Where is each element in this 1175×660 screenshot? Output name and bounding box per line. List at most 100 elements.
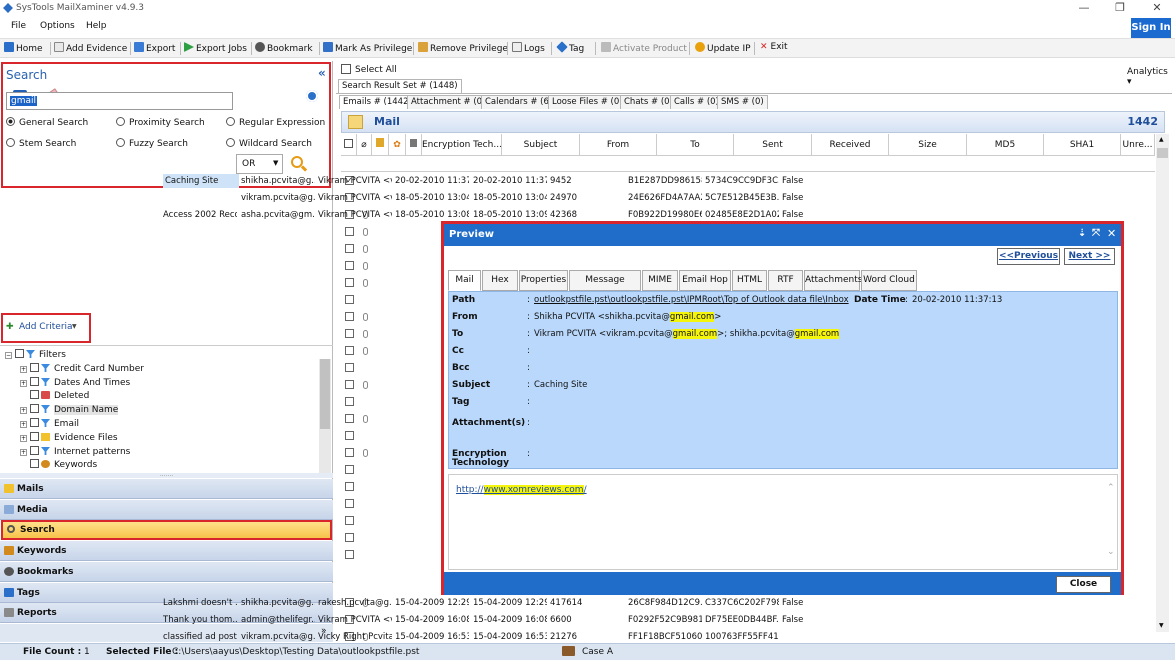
col-encryption[interactable]: Encryption Tech... xyxy=(422,134,502,156)
previous-button[interactable]: <<Previous xyxy=(997,248,1060,265)
col-subject[interactable]: Subject xyxy=(502,134,580,156)
pin-icon[interactable]: ⇣ xyxy=(1078,228,1086,239)
preview-tab-mime[interactable]: MIME xyxy=(642,270,678,291)
tree-scrollbar[interactable] xyxy=(319,359,331,473)
filter-row[interactable] xyxy=(341,156,1155,172)
row-checkbox[interactable] xyxy=(345,380,354,389)
menu-help[interactable]: Help xyxy=(86,21,107,31)
row-checkbox[interactable] xyxy=(345,261,354,270)
tab-sms[interactable]: SMS # (0) xyxy=(717,95,768,109)
select-all-checkbox[interactable] xyxy=(341,64,351,74)
logs-button[interactable]: Logs xyxy=(512,42,545,54)
tree-node-keywords[interactable]: Keywords xyxy=(30,459,97,470)
table-row[interactable]: vikram.pcvita@g...Vikram PCVITA <v...18-… xyxy=(241,190,1155,207)
row-checkbox[interactable] xyxy=(345,516,354,525)
row-checkbox[interactable] xyxy=(345,431,354,440)
general-search-radio[interactable]: General Search xyxy=(6,117,88,128)
tab-attachment[interactable]: Attachment # (0) xyxy=(407,95,490,109)
next-button[interactable]: Next >> xyxy=(1064,248,1115,265)
row-checkbox[interactable] xyxy=(345,397,354,406)
activate-product-button[interactable]: Activate Product xyxy=(601,42,687,54)
tree-node-filters[interactable]: − Filters xyxy=(5,349,66,360)
row-checkbox[interactable] xyxy=(345,329,354,338)
close-preview-icon[interactable]: ✕ xyxy=(1107,227,1116,240)
preview-tab-rtf[interactable]: RTF xyxy=(768,270,803,291)
preview-tab-mail[interactable]: Mail xyxy=(448,270,481,291)
settings-gear-icon[interactable] xyxy=(306,90,318,102)
remove-privilege-button[interactable]: Remove Privilege xyxy=(418,42,508,54)
preview-tab-word-cloud[interactable]: Word Cloud xyxy=(861,270,917,291)
row-checkbox[interactable] xyxy=(345,499,354,508)
tree-node-email[interactable]: + Email xyxy=(20,418,79,429)
row-checkbox[interactable] xyxy=(345,550,354,559)
grid-scrollbar[interactable]: ▲ ▼ xyxy=(1156,134,1169,632)
menu-options[interactable]: Options xyxy=(40,21,75,31)
attachment-col-icon[interactable]: ⌀ xyxy=(357,134,372,156)
preview-tab-attachments[interactable]: Attachments xyxy=(804,270,862,291)
bookmark-col-icon[interactable]: ✿ xyxy=(389,134,406,156)
col-from[interactable]: From xyxy=(580,134,657,156)
operator-select[interactable]: OR ▼ xyxy=(236,154,283,174)
bookmark-button[interactable]: Bookmark xyxy=(255,42,313,54)
export-jobs-button[interactable]: Export Jobs xyxy=(184,42,247,54)
row-checkbox[interactable] xyxy=(345,227,354,236)
row-checkbox[interactable] xyxy=(345,482,354,491)
nav-media[interactable]: Media xyxy=(0,500,333,520)
col-sent[interactable]: Sent xyxy=(734,134,812,156)
row-checkbox[interactable] xyxy=(345,414,354,423)
nav-bookmarks[interactable]: Bookmarks xyxy=(0,562,333,582)
row-checkbox[interactable] xyxy=(345,312,354,321)
tree-node-domain-name[interactable]: + Domain Name xyxy=(20,404,119,415)
preview-tab-hex[interactable]: Hex xyxy=(482,270,518,291)
tab-calendars[interactable]: Calendars # (6) xyxy=(481,95,557,109)
search-input[interactable]: gmail xyxy=(6,92,233,110)
add-criteria-button[interactable]: ✚ Add Criteria ▼ xyxy=(1,313,91,343)
header-checkbox[interactable] xyxy=(341,134,357,156)
preview-tab-email-hop[interactable]: Email Hop xyxy=(679,270,731,291)
col-md5[interactable]: MD5 xyxy=(967,134,1044,156)
row-checkbox[interactable] xyxy=(345,363,354,372)
maximize-icon[interactable]: ❐ xyxy=(1106,1,1134,17)
minimize-icon[interactable]: — xyxy=(1070,1,1098,17)
update-ip-button[interactable]: Update IP xyxy=(695,42,751,54)
body-link[interactable]: http://www.xomreviews.com/ xyxy=(456,485,587,495)
sign-in-button[interactable]: Sign In xyxy=(1131,18,1171,38)
collapse-icon[interactable]: « xyxy=(318,66,326,80)
splitter[interactable]: ....... xyxy=(0,472,333,478)
col-size[interactable]: Size xyxy=(889,134,967,156)
mark-privilege-button[interactable]: Mark As Privilege xyxy=(323,42,412,54)
exit-button[interactable]: ✕ Exit xyxy=(760,42,788,52)
privilege-col-icon[interactable] xyxy=(372,134,389,156)
close-button[interactable]: Close xyxy=(1056,576,1111,593)
tab-calls[interactable]: Calls # (0) xyxy=(670,95,723,109)
tab-chats[interactable]: Chats # (0) xyxy=(620,95,677,109)
preview-tab-properties[interactable]: Properties xyxy=(519,270,568,291)
row-checkbox[interactable] xyxy=(345,278,354,287)
table-row[interactable]: Lakshmi doesn't ... shikha.pcvita@g... rak… xyxy=(163,595,1155,612)
close-window-icon[interactable]: ✕ xyxy=(1143,1,1171,17)
row-checkbox[interactable] xyxy=(345,346,354,355)
scroll-down-icon[interactable]: ⌄ xyxy=(1107,547,1115,557)
nav-search[interactable]: Search xyxy=(1,520,332,540)
wildcard-search-radio[interactable]: Wildcard Search xyxy=(226,138,312,149)
stem-search-radio[interactable]: Stem Search xyxy=(6,138,76,149)
analytics-dropdown[interactable]: Analytics ▾ xyxy=(1127,67,1175,87)
add-evidence-button[interactable]: Add Evidence xyxy=(54,42,127,54)
regular-expression-radio[interactable]: Regular Expression xyxy=(226,117,325,128)
preview-tab-message-header[interactable]: Message Header xyxy=(569,270,641,304)
tab-loose-files[interactable]: Loose Files # (0) xyxy=(548,95,627,109)
nav-mails[interactable]: Mails xyxy=(0,479,333,499)
col-received[interactable]: Received xyxy=(812,134,889,156)
tag-button[interactable]: Tag xyxy=(556,41,584,54)
row-checkbox[interactable] xyxy=(345,533,354,542)
preview-tab-html[interactable]: HTML xyxy=(732,270,767,291)
table-row[interactable]: Thank you thom... admin@thelifegr... Vikra… xyxy=(163,612,1155,629)
proximity-search-radio[interactable]: Proximity Search xyxy=(116,117,205,128)
home-button[interactable]: Home xyxy=(4,42,43,54)
nav-keywords[interactable]: Keywords xyxy=(0,541,333,561)
row-checkbox[interactable] xyxy=(345,448,354,457)
lock-col-icon[interactable] xyxy=(406,134,422,156)
col-unread[interactable]: Unre... xyxy=(1121,134,1155,156)
tree-node-dates[interactable]: + Dates And Times xyxy=(20,377,130,388)
fuzzy-search-radio[interactable]: Fuzzy Search xyxy=(116,138,188,149)
